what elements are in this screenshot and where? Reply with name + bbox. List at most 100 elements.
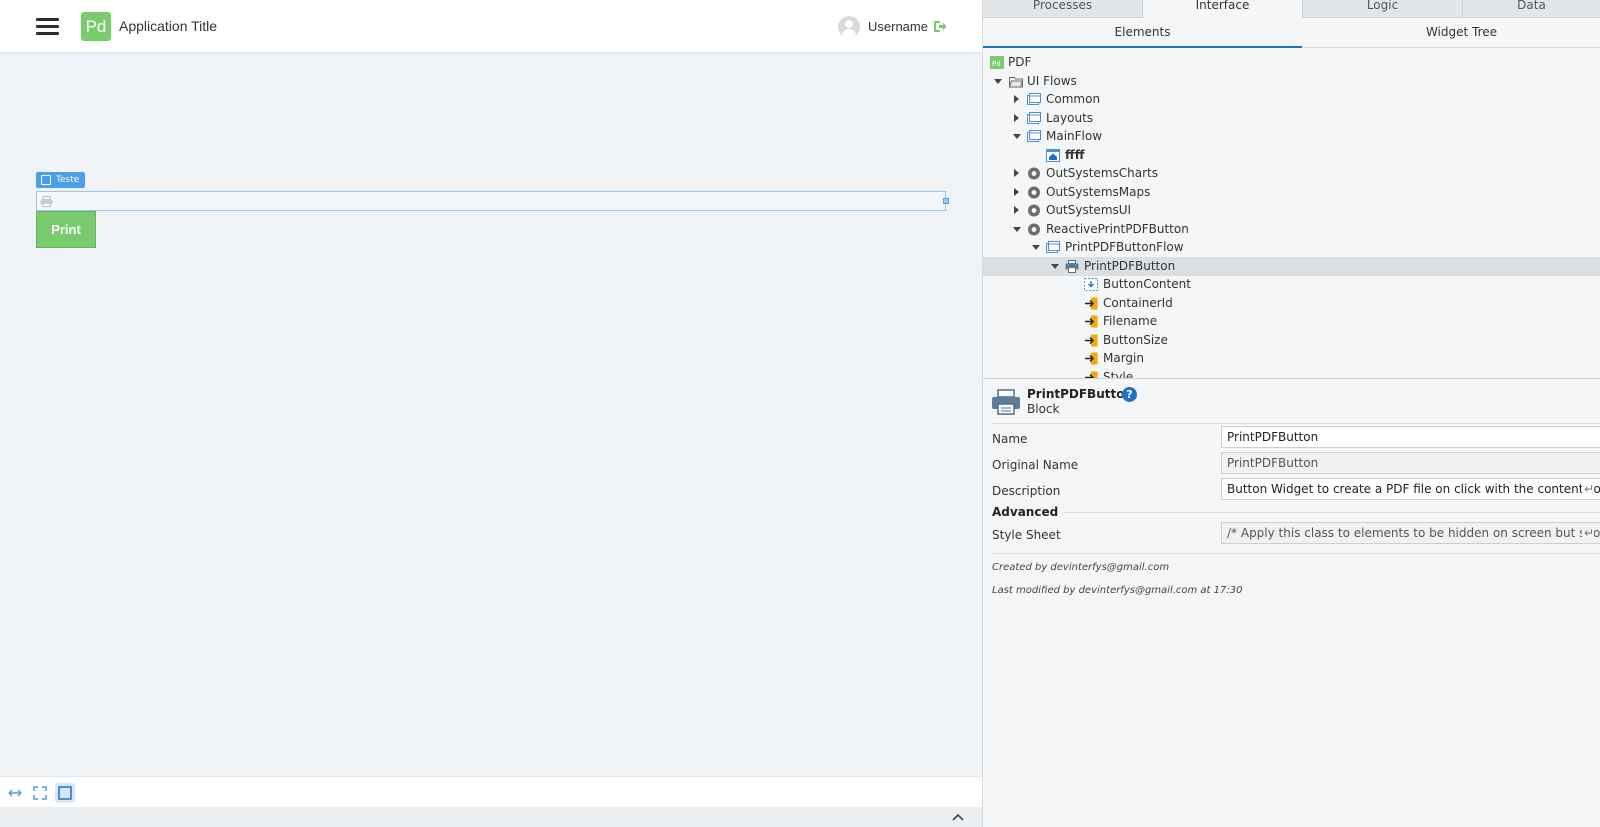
dependency-icon [1028, 204, 1040, 217]
caret-right-icon[interactable] [1014, 188, 1019, 196]
tree-item-label: Filename [1103, 314, 1158, 328]
tree-item[interactable]: OutSystemsCharts [983, 164, 1600, 183]
tab-processes[interactable]: Processes [983, 0, 1143, 18]
tree-item[interactable]: ffff [983, 146, 1600, 165]
tree-item[interactable]: PrintPDFButtonFlow [983, 238, 1600, 257]
divider [1063, 512, 1600, 513]
tree-item[interactable]: Filename [983, 312, 1600, 331]
caret-down-icon[interactable] [1032, 245, 1040, 250]
app-header: Pd Application Title Username [0, 0, 982, 52]
help-icon[interactable]: ? [1122, 387, 1137, 402]
tree-item-selected[interactable]: PrintPDFButton [983, 257, 1600, 276]
tab-logic[interactable]: Logic [1303, 0, 1463, 18]
selected-widget-frame[interactable] [36, 191, 949, 211]
tree-item-label: ButtonContent [1103, 277, 1191, 291]
block-icon [41, 175, 51, 185]
printer-icon [40, 196, 53, 207]
caret-down-icon[interactable] [1051, 264, 1059, 269]
screen-canvas: Pd Application Title Username Teste Prin… [0, 0, 982, 827]
tree-item-label: ffff [1065, 148, 1085, 162]
tree-item[interactable]: ButtonContent [983, 275, 1600, 294]
multiline-edit-icon[interactable]: ↵ [1581, 523, 1594, 543]
tree-item[interactable]: ReactivePrintPDFButton [983, 220, 1600, 239]
preview-frame-icon[interactable] [55, 783, 75, 803]
caret-down-icon[interactable] [994, 79, 1002, 84]
logout-icon[interactable] [933, 20, 947, 33]
user-avatar[interactable] [838, 16, 860, 38]
original-name-field: PrintPDFButton [1221, 452, 1600, 474]
properties-panel: PrintPDFButton ? Block Name PrintPDFButt… [983, 378, 1600, 827]
tree-item-label: ContainerId [1103, 296, 1173, 310]
divider [991, 553, 1600, 554]
tree-item-label: PrintPDFButton [1084, 259, 1176, 273]
caret-right-icon[interactable] [1014, 114, 1019, 122]
tree-item[interactable]: Style [983, 368, 1600, 378]
flow-icon [1027, 93, 1041, 105]
caret-right-icon[interactable] [1014, 169, 1019, 177]
main-tabs: Processes Interface Logic Data [983, 0, 1600, 18]
menu-icon[interactable] [36, 17, 59, 35]
flow-icon [1027, 130, 1041, 142]
svg-text:Pd: Pd [992, 60, 1001, 68]
status-strip [0, 807, 982, 827]
resize-handle[interactable] [943, 198, 949, 204]
fullscreen-icon[interactable] [30, 783, 50, 803]
printer-icon [1065, 260, 1079, 273]
flow-icon [1046, 241, 1060, 253]
advanced-header: Advanced [992, 505, 1059, 519]
tab-interface[interactable]: Interface [1143, 0, 1303, 18]
properties-title: PrintPDFButton [1027, 387, 1134, 401]
tab-data[interactable]: Data [1463, 0, 1600, 18]
tree-item-label: OutSystemsMaps [1046, 185, 1151, 199]
description-field[interactable]: Button Widget to create a PDF file on cl… [1221, 478, 1600, 500]
caret-right-icon[interactable] [1014, 95, 1019, 103]
tree-item-label: Style [1103, 370, 1134, 378]
tree-item[interactable]: Margin [983, 349, 1600, 368]
style-sheet-label: Style Sheet [992, 528, 1061, 542]
screen-home-icon [1046, 149, 1060, 162]
print-button[interactable]: Print [36, 211, 96, 248]
caret-right-icon[interactable] [1014, 206, 1019, 214]
input-parameter-icon [1085, 371, 1098, 378]
divider [991, 423, 1600, 424]
tab-widget-tree[interactable]: Widget Tree [1302, 18, 1600, 48]
dependency-icon [1028, 186, 1040, 199]
dependency-icon [1028, 223, 1040, 236]
module-icon: Pd [990, 56, 1004, 69]
tree-item[interactable]: OutSystemsMaps [983, 183, 1600, 202]
block-widget-tag[interactable]: Teste [36, 172, 86, 188]
tree-item-label: Margin [1103, 351, 1144, 365]
input-parameter-icon [1085, 352, 1098, 365]
placeholder-icon [1084, 278, 1098, 291]
original-name-label: Original Name [992, 458, 1079, 472]
folder-open-icon [1009, 77, 1023, 88]
style-sheet-field[interactable]: /* Apply this class to elements to be hi… [1221, 522, 1600, 544]
input-parameter-icon [1085, 334, 1098, 347]
username[interactable]: Username [868, 19, 928, 34]
tree-item[interactable]: OutSystemsUI [983, 201, 1600, 220]
tree-item[interactable]: ContainerId [983, 294, 1600, 313]
tree-item-label: UI Flows [1027, 74, 1077, 88]
caret-down-icon[interactable] [1013, 227, 1021, 232]
style-sheet-value: /* Apply this class to elements to be hi… [1227, 526, 1600, 540]
chevron-up-icon[interactable] [952, 813, 964, 821]
tab-elements[interactable]: Elements [983, 18, 1302, 48]
name-label: Name [992, 432, 1028, 446]
tree-item[interactable]: MainFlow [983, 127, 1600, 146]
caret-down-icon[interactable] [1013, 134, 1021, 139]
tree-item[interactable]: ButtonSize [983, 331, 1600, 350]
canvas-toolbar [0, 776, 982, 807]
description-value: Button Widget to create a PDF file on cl… [1227, 482, 1600, 496]
multiline-edit-icon[interactable]: ↵ [1581, 479, 1594, 499]
properties-type: Block [1027, 402, 1060, 416]
fit-width-icon[interactable] [5, 783, 25, 803]
tree-item[interactable]: UI Flows [983, 72, 1600, 91]
tree-item[interactable]: Layouts [983, 109, 1600, 128]
tree-item[interactable]: Common [983, 90, 1600, 109]
name-field[interactable]: PrintPDFButton [1221, 426, 1600, 448]
tree-item-label: PDF [1008, 55, 1032, 69]
tree-item[interactable]: Pd PDF [983, 53, 1600, 72]
input-parameter-icon [1085, 297, 1098, 310]
last-modified: Last modified by devinterfys@gmail.com a… [992, 585, 1243, 596]
description-label: Description [992, 484, 1061, 498]
